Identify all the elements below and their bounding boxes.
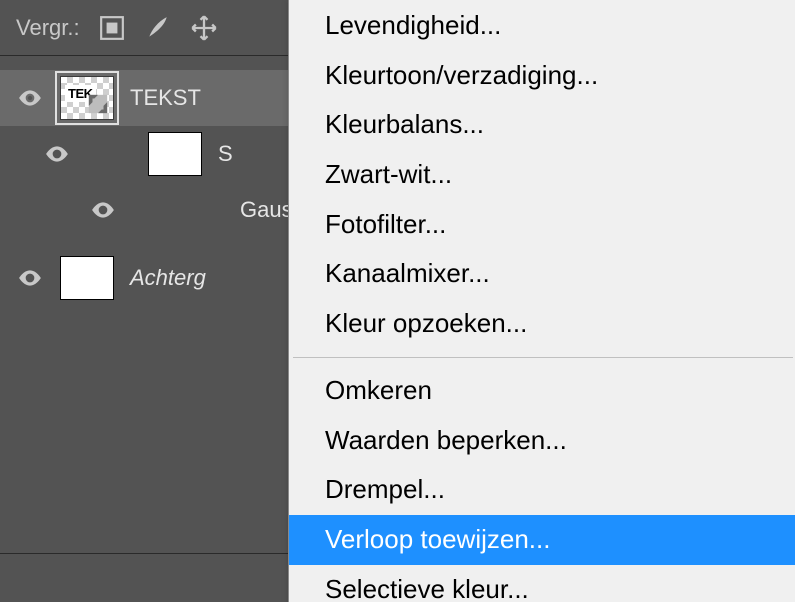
menu-item[interactable]: Kleurbalans... xyxy=(289,100,795,150)
smart-object-icon xyxy=(87,93,109,115)
menu-item[interactable]: Selectieve kleur... xyxy=(289,565,795,602)
visibility-eye-icon[interactable] xyxy=(44,141,70,167)
visibility-eye-icon[interactable] xyxy=(90,197,116,223)
layer-thumbnail[interactable]: TEK xyxy=(60,76,114,120)
move-icon[interactable] xyxy=(190,14,218,42)
menu-item[interactable]: Kanaalmixer... xyxy=(289,249,795,299)
menu-item[interactable]: Levendigheid... xyxy=(289,1,795,51)
fit-screen-icon[interactable] xyxy=(98,14,126,42)
layer-name[interactable]: S xyxy=(218,141,233,167)
menu-item[interactable]: Waarden beperken... xyxy=(289,416,795,466)
layer-thumbnail[interactable] xyxy=(148,132,202,176)
zoom-label: Vergr.: xyxy=(16,15,80,41)
visibility-eye-icon[interactable] xyxy=(17,265,43,291)
menu-item-highlighted[interactable]: Verloop toewijzen... xyxy=(289,515,795,565)
menu-item[interactable]: Drempel... xyxy=(289,465,795,515)
layer-thumbnail[interactable] xyxy=(60,256,114,300)
menu-item[interactable]: Kleur opzoeken... xyxy=(289,299,795,349)
menu-separator xyxy=(293,357,793,358)
brush-icon[interactable] xyxy=(144,14,172,42)
visibility-eye-icon[interactable] xyxy=(17,85,43,111)
menu-item[interactable]: Fotofilter... xyxy=(289,200,795,250)
menu-item[interactable]: Kleurtoon/verzadiging... xyxy=(289,51,795,101)
layer-name[interactable]: Achterg xyxy=(130,265,206,291)
menu-item[interactable]: Zwart-wit... xyxy=(289,150,795,200)
layer-name[interactable]: TEKST xyxy=(130,85,201,111)
adjustment-layer-menu: Levendigheid... Kleurtoon/verzadiging...… xyxy=(288,0,795,602)
menu-item[interactable]: Omkeren xyxy=(289,366,795,416)
